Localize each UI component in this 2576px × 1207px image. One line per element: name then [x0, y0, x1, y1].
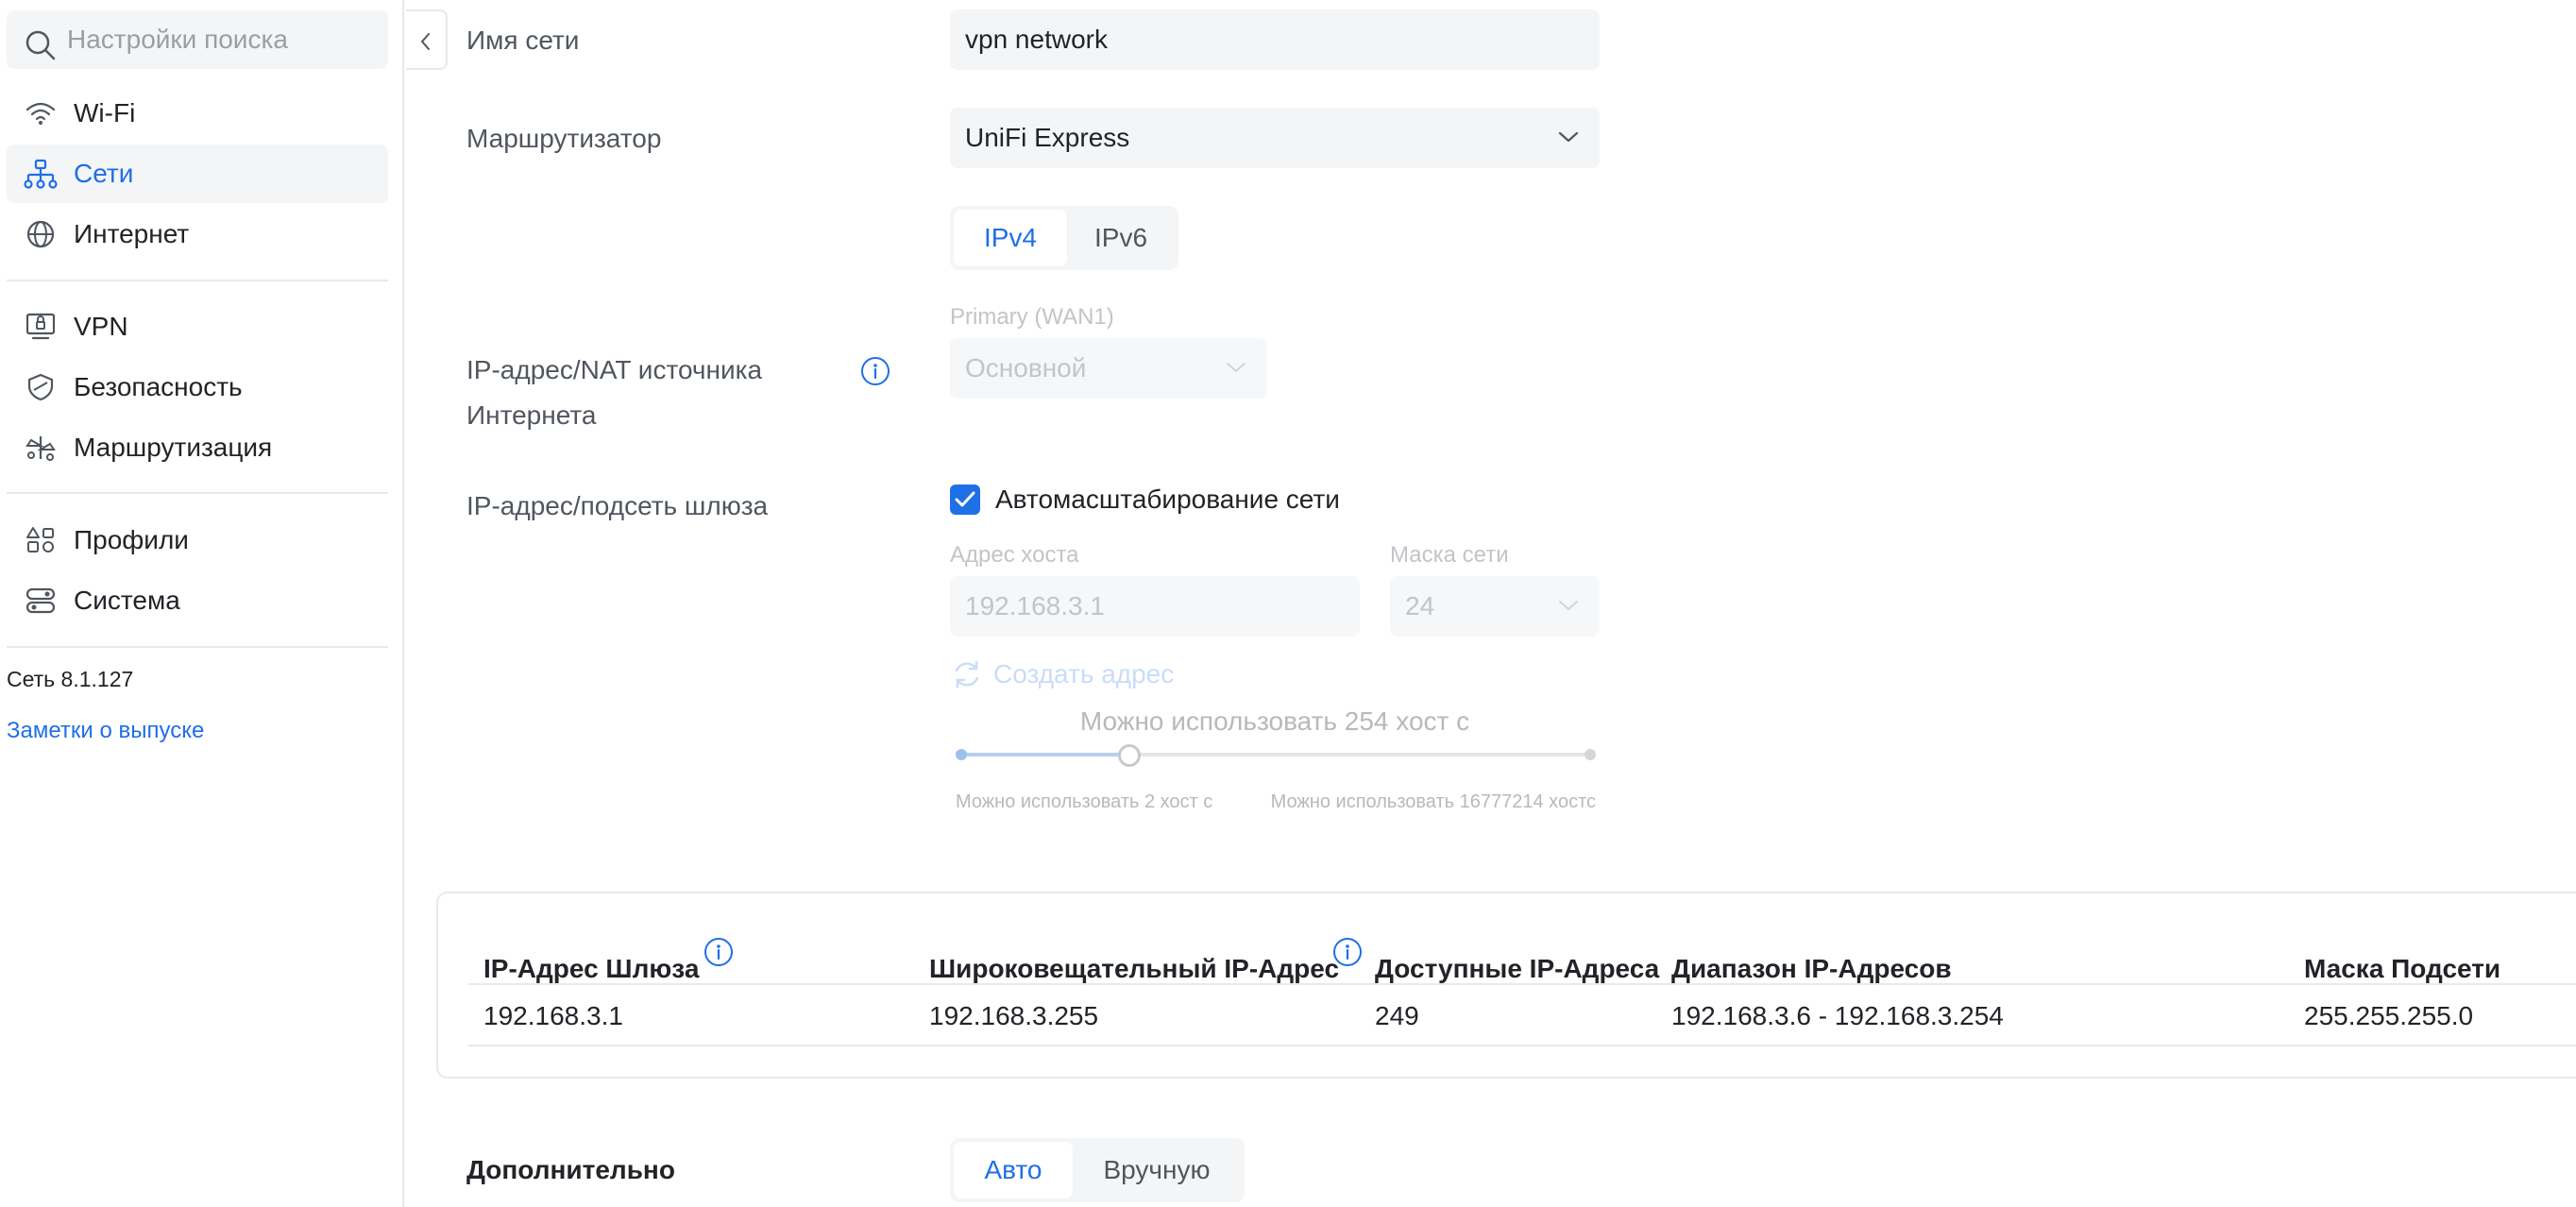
sidebar-item-networks[interactable]: Сети	[7, 144, 388, 203]
sidebar-item-label: Безопасность	[74, 372, 243, 401]
host-address-input[interactable]: 192.168.3.1	[950, 576, 1360, 637]
search-box[interactable]	[7, 10, 388, 69]
slider-min-label: Можно использовать 2 хост с	[956, 791, 1213, 812]
info-icon[interactable]	[1331, 936, 1364, 968]
sidebar-item-security[interactable]: Безопасность	[7, 358, 388, 416]
sidebar-item-vpn[interactable]: VPN	[7, 298, 388, 356]
network-name-value: vpn network	[965, 25, 1108, 54]
sidebar-item-label: Wi-Fi	[74, 98, 136, 128]
gateway-subnet-label: IP-адрес/подсеть шлюза	[466, 491, 769, 520]
network-tree-icon	[24, 159, 58, 189]
network-name-label: Имя сети	[466, 26, 580, 55]
slider-title: Можно использовать 254 хост с	[1079, 706, 1470, 736]
sidebar-item-label: Маршрутизация	[74, 433, 273, 462]
info-icon[interactable]	[859, 355, 891, 387]
checkmark-icon	[955, 491, 975, 507]
table-header: Широковещательный IP-Адрес	[929, 954, 1340, 983]
wan-label: Primary (WAN1)	[950, 304, 1114, 330]
sidebar-item-label: VPN	[74, 312, 128, 341]
manual-mode-tab[interactable]: Вручную	[1073, 1142, 1241, 1198]
netmask-select[interactable]: 24	[1390, 576, 1600, 637]
system-icon	[25, 587, 56, 614]
sidebar-divider	[7, 492, 388, 494]
sidebar-item-profiles[interactable]: Профили	[7, 511, 388, 570]
wifi-icon	[25, 102, 56, 125]
sidebar-item-label: Сети	[74, 159, 134, 188]
router-value: UniFi Express	[965, 123, 1130, 152]
table-divider	[468, 1045, 2576, 1046]
host-slider-fill	[959, 753, 1129, 756]
wan-select[interactable]: Основной	[950, 338, 1267, 399]
sidebar-item-label: Профили	[74, 525, 189, 554]
advanced-label: Дополнительно	[466, 1155, 675, 1184]
slider-min-dot	[956, 749, 967, 760]
release-notes-link[interactable]: Заметки о выпуске	[7, 718, 204, 744]
chevron-down-icon	[1558, 131, 1579, 143]
table-header: Доступные IP-Адреса	[1375, 954, 1660, 983]
table-header: Диапазон IP-Адресов	[1671, 954, 1952, 983]
search-input[interactable]	[67, 10, 379, 69]
netmask-value: 24	[1405, 591, 1435, 620]
sidebar-item-label: Система	[74, 586, 180, 615]
autoscale-label: Автомасштабирование сети	[995, 484, 1340, 514]
profiles-icon	[26, 527, 54, 552]
wan-value: Основной	[965, 353, 1087, 382]
host-slider-thumb[interactable]	[1118, 744, 1141, 767]
sidebar-item-internet[interactable]: Интернет	[7, 205, 388, 264]
create-address-button[interactable]: Создать адрес	[950, 655, 1174, 693]
shield-icon	[27, 373, 54, 401]
ipv6-tab[interactable]: IPv6	[1067, 210, 1175, 266]
gateway-ip-value: 192.168.3.1	[483, 1001, 623, 1030]
version-label: Сеть 8.1.127	[7, 667, 134, 691]
collapse-sidebar-button[interactable]	[406, 9, 448, 70]
available-ips-value: 249	[1375, 1001, 1419, 1030]
host-address-label: Адрес хоста	[950, 542, 1079, 568]
sidebar-item-wifi[interactable]: Wi-Fi	[7, 84, 388, 143]
slider-max-dot	[1585, 749, 1596, 760]
sidebar-item-system[interactable]: Система	[7, 571, 388, 630]
chevron-down-icon	[1559, 601, 1578, 610]
table-divider	[468, 983, 2576, 985]
advanced-mode-toggle: Авто Вручную	[950, 1138, 1245, 1202]
nat-source-label: IP-адрес/NAT источника Интернета	[466, 355, 763, 430]
auto-mode-tab[interactable]: Авто	[954, 1142, 1073, 1198]
vpn-icon	[25, 313, 56, 340]
globe-icon	[26, 220, 55, 248]
subnet-mask-value: 255.255.255.0	[2304, 1001, 2474, 1030]
info-icon[interactable]	[703, 936, 735, 968]
sidebar-divider	[7, 646, 388, 648]
chevron-down-icon	[1227, 363, 1246, 372]
network-name-input[interactable]: vpn network	[950, 9, 1600, 70]
create-address-label: Создать адрес	[993, 659, 1175, 688]
ip-version-toggle: IPv4 IPv6	[950, 206, 1178, 270]
ip-range-value: 192.168.3.6 - 192.168.3.254	[1671, 1001, 2004, 1030]
netmask-label: Маска сети	[1390, 542, 1509, 568]
search-icon	[25, 30, 56, 60]
router-label: Маршрутизатор	[466, 124, 662, 153]
chevron-left-icon	[421, 33, 430, 50]
host-address-value: 192.168.3.1	[965, 591, 1105, 620]
autoscale-checkbox[interactable]	[950, 484, 980, 515]
broadcast-ip-value: 192.168.3.255	[929, 1001, 1099, 1030]
refresh-icon	[955, 660, 979, 688]
sidebar: Wi-Fi Сети Интернет V	[0, 0, 404, 1207]
sidebar-item-routing[interactable]: Маршрутизация	[7, 418, 388, 477]
sidebar-item-label: Интернет	[74, 219, 190, 248]
sidebar-divider	[7, 280, 388, 281]
table-header: IP-Адрес Шлюза	[483, 954, 700, 983]
router-select[interactable]: UniFi Express	[950, 108, 1600, 168]
routing-icon	[25, 436, 56, 461]
table-header: Маска Подсети	[2304, 954, 2501, 983]
slider-max-label: Можно использовать 16777214 хостс	[1270, 791, 1596, 812]
ipv4-tab[interactable]: IPv4	[954, 210, 1067, 266]
